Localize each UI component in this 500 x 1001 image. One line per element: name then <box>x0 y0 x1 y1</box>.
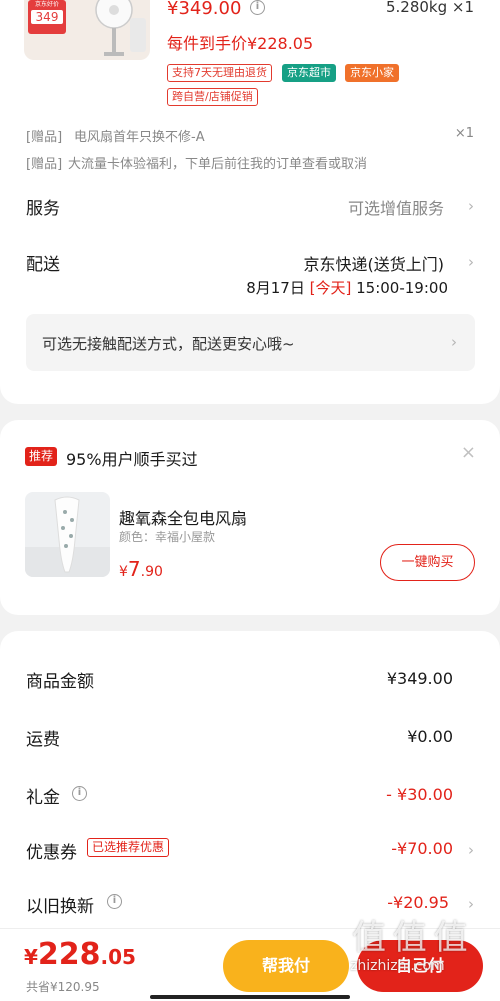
gift-2-prefix: [赠品] <box>26 157 63 172</box>
price-info-icon[interactable]: i <box>250 0 265 15</box>
delivery-method[interactable]: 京东快递(送货上门) <box>304 251 445 275</box>
thumb-badge: 京东好价 349 <box>28 0 66 34</box>
trade-in-chevron-icon[interactable]: › <box>468 895 474 913</box>
home-indicator <box>150 995 350 999</box>
product-card: 京东好价 349 ¥349.00 i 5.280kg ×1 每件到手价¥228.… <box>0 0 500 404</box>
recommend-item-price: ¥7.90 <box>119 557 163 581</box>
delivery-time: 8月17日 [今天] 15:00-19:00 <box>246 277 448 298</box>
contactless-delivery-box[interactable]: 可选无接触配送方式，配送更安心哦~ › <box>26 314 475 371</box>
contactless-chevron-icon: › <box>451 333 457 351</box>
delivery-label: 配送 <box>26 255 60 275</box>
trade-in-label: 以旧换新 <box>26 897 94 917</box>
gift-1-text: 电风扇首年只换不修-A <box>74 130 205 145</box>
coupon-label: 优惠券 <box>26 843 77 863</box>
gift-money-label: 礼金 <box>26 788 60 808</box>
fan-image <box>84 0 148 60</box>
service-value[interactable]: 可选增值服务 <box>348 195 444 219</box>
watermark-url: zhizhizhi.com <box>350 958 445 974</box>
gift-money-value: - ¥30.00 <box>386 785 453 804</box>
tag-jd-home: 京东小家 <box>345 64 399 82</box>
coupon-chevron-icon[interactable]: › <box>468 841 474 859</box>
shipping-label: 运费 <box>26 730 60 750</box>
recommend-card: 推荐 95%用户顺手买过 × 趣氧森全包电风扇 颜色：幸福小屋款 ¥7.90 一… <box>0 420 500 615</box>
gift-1-quantity: ×1 <box>454 126 474 141</box>
gift-1-prefix: [赠品] <box>26 130 63 145</box>
recommend-title: 95%用户顺手买过 <box>66 450 198 469</box>
coupon-tag: 已选推荐优惠 <box>87 838 170 857</box>
service-chevron-icon[interactable]: › <box>468 197 474 215</box>
total-price: ¥228.05 <box>24 937 136 972</box>
contactless-text: 可选无接触配送方式，配送更安心哦~ <box>42 335 295 353</box>
gift-2-text: 大流量卡体验福利，下单后前往我的订单查看或取消 <box>68 157 368 172</box>
goods-amount-value: ¥349.00 <box>386 669 453 688</box>
final-price: 每件到手价¥228.05 <box>167 34 314 53</box>
delivery-hours: 15:00-19:00 <box>356 279 448 297</box>
shipping-value: ¥0.00 <box>407 727 453 746</box>
product-thumbnail[interactable]: 京东好价 349 <box>24 0 150 60</box>
total-saved: 共省¥120.95 <box>26 980 100 994</box>
tag-jd-supermarket: 京东超市 <box>282 64 336 82</box>
tag-promo: 跨自营/店铺促销 <box>167 88 258 106</box>
recommend-item-image[interactable] <box>25 492 110 577</box>
trade-in-info-icon[interactable]: i <box>107 894 122 909</box>
close-icon[interactable]: × <box>461 442 476 463</box>
tag-return: 支持7天无理由退货 <box>167 64 272 82</box>
product-price: ¥349.00 <box>167 0 242 19</box>
delivery-chevron-icon[interactable]: › <box>468 253 474 271</box>
recommend-item-color: 颜色：幸福小屋款 <box>119 530 216 544</box>
one-click-buy-button[interactable]: 一键购买 <box>380 544 475 581</box>
recommend-badge: 推荐 <box>25 447 58 466</box>
help-pay-button[interactable]: 帮我付 <box>223 940 349 992</box>
delivery-today: [今天] <box>309 279 352 297</box>
weight-quantity: 5.280kg ×1 <box>385 0 474 16</box>
coupon-value[interactable]: -¥70.00 <box>391 839 453 858</box>
tower-fan-image <box>25 496 110 577</box>
watermark-logo: 值 值 值 <box>352 918 468 958</box>
goods-amount-label: 商品金额 <box>26 672 94 692</box>
service-label: 服务 <box>26 199 60 219</box>
recommend-item-name[interactable]: 趣氧森全包电风扇 <box>119 505 247 529</box>
delivery-date: 8月17日 <box>246 279 305 297</box>
gift-money-info-icon[interactable]: i <box>72 786 87 801</box>
